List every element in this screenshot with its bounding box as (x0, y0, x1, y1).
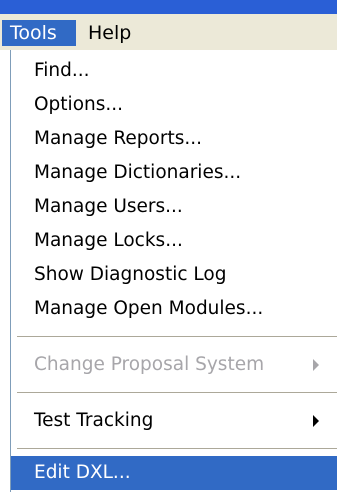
menu-help[interactable]: Help (80, 20, 140, 46)
menu-bar: Tools Help (0, 14, 337, 51)
menu-tools[interactable]: Tools (2, 20, 76, 46)
menu-item-options[interactable]: Options... (11, 88, 337, 122)
menu-item-test-tracking[interactable]: Test Tracking (11, 404, 337, 438)
menu-item-label: Manage Dictionaries... (34, 162, 242, 183)
menu-item-label: Manage Users... (34, 196, 183, 217)
submenu-arrow-icon (313, 359, 319, 371)
menu-item-label: Find... (34, 60, 90, 81)
menu-item-change-proposal-system: Change Proposal System (11, 348, 337, 382)
menu-separator (17, 336, 337, 337)
menu-item-label: Change Proposal System (34, 354, 265, 375)
menu-item-show-diagnostic-log[interactable]: Show Diagnostic Log (11, 258, 337, 292)
title-bar (0, 0, 337, 14)
menu-item-label: Edit DXL... (34, 462, 131, 483)
menu-item-manage-dictionaries[interactable]: Manage Dictionaries... (11, 156, 337, 190)
menu-item-manage-open-modules[interactable]: Manage Open Modules... (11, 292, 337, 326)
menu-separator (17, 448, 337, 449)
tools-dropdown-menu: Find... Options... Manage Reports... Man… (10, 50, 337, 492)
menu-item-label: Manage Locks... (34, 230, 183, 251)
menu-item-label: Manage Reports... (34, 128, 202, 149)
menu-item-label: Test Tracking (34, 410, 154, 431)
menu-item-find[interactable]: Find... (11, 54, 337, 88)
menu-item-edit-dxl[interactable]: Edit DXL... (11, 456, 337, 490)
application-window: Tools Help Find... Options... Manage Rep… (0, 0, 337, 492)
menu-item-manage-users[interactable]: Manage Users... (11, 190, 337, 224)
menu-item-manage-locks[interactable]: Manage Locks... (11, 224, 337, 258)
submenu-arrow-icon (313, 415, 319, 427)
menu-item-manage-reports[interactable]: Manage Reports... (11, 122, 337, 156)
menu-separator (17, 392, 337, 393)
menu-item-label: Manage Open Modules... (34, 298, 264, 319)
menu-item-label: Show Diagnostic Log (34, 264, 227, 285)
menu-item-label: Options... (34, 94, 124, 115)
